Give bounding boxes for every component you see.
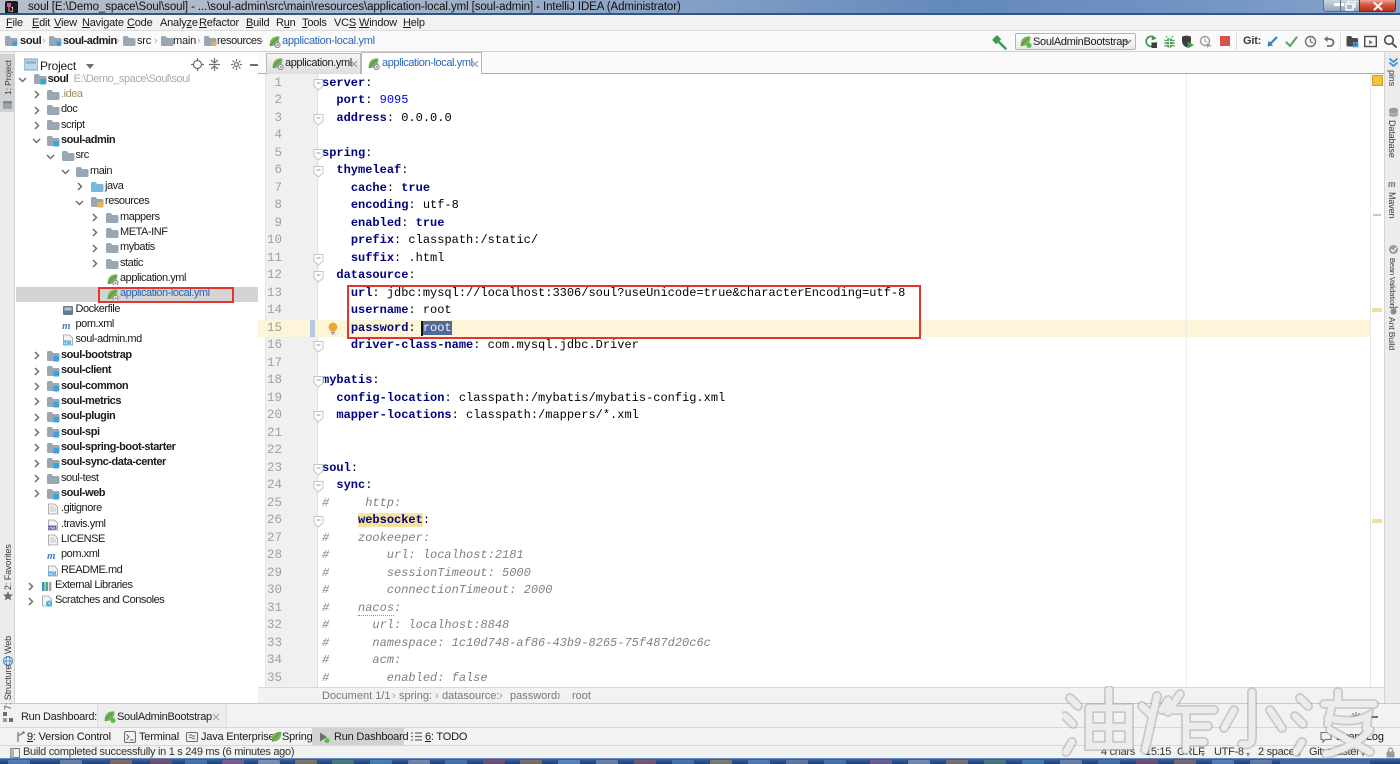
svg-text:m: m	[47, 550, 56, 561]
svg-text:MD: MD	[49, 571, 57, 576]
svg-text:IJ: IJ	[8, 7, 13, 14]
svg-text:m: m	[1388, 179, 1396, 189]
svg-text:YML: YML	[48, 525, 57, 530]
svg-text:MD: MD	[63, 341, 71, 346]
svg-text:m: m	[62, 320, 71, 331]
